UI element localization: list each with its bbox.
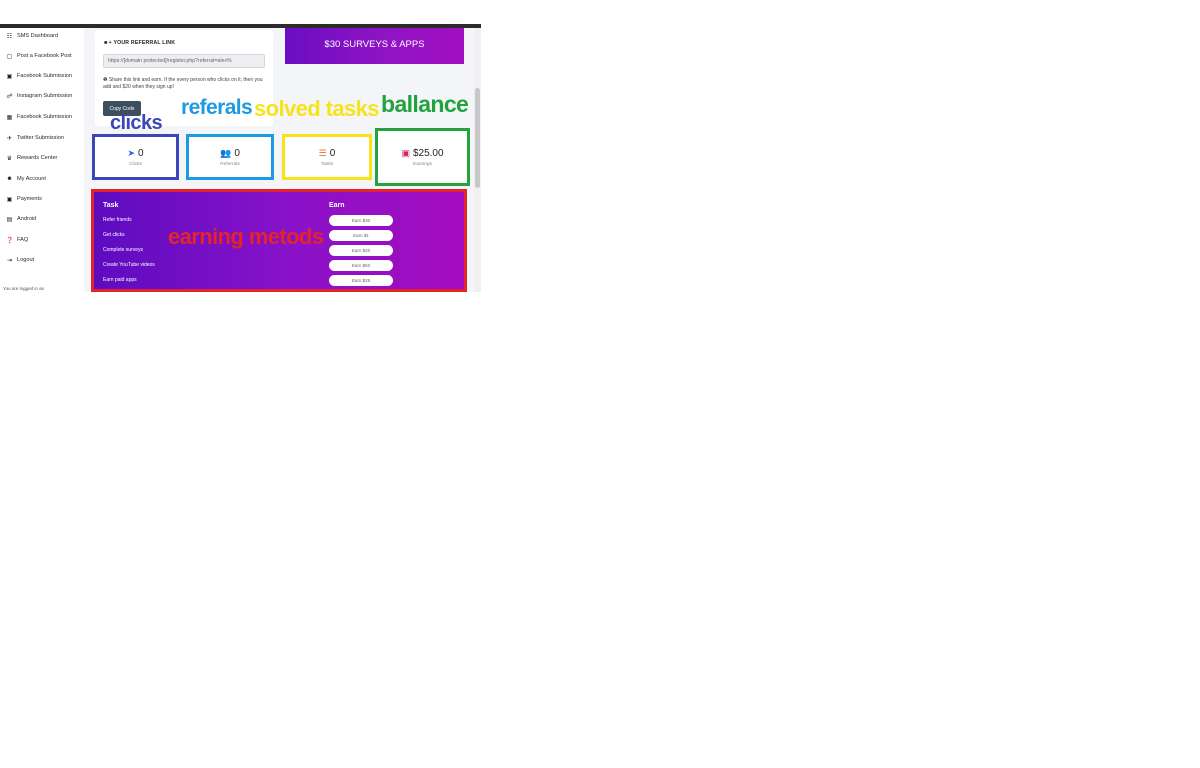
sidebar-item-label: Android [17, 216, 37, 222]
earn-button[interactable]: Earn $20 [329, 245, 393, 256]
instagram-icon: ☍ [6, 93, 13, 100]
sidebar-item-logout[interactable]: ⇥ Logout [6, 254, 34, 266]
sidebar-item-instagram[interactable]: ☍ Instagram Submission [6, 90, 72, 102]
tasks-list-icon: ☰ [318, 147, 327, 158]
task-header: Task [103, 202, 119, 209]
banner-text: $30 SURVEYS & APPS [324, 38, 425, 50]
sidebar-item-label: Twitter Submission [17, 135, 64, 141]
surveys-banner[interactable]: $30 SURVEYS & APPS [285, 24, 464, 64]
sidebar-item-faq[interactable]: ❓ FAQ [6, 234, 28, 246]
user-icon: ☻ [6, 176, 13, 182]
earn-button[interactable]: Earn $25 [329, 275, 393, 286]
sidebar-item-facebook[interactable]: ▦ Facebook Submission [6, 111, 72, 123]
sidebar-item-label: SMS Dashboard [17, 33, 59, 39]
earnings-value: $25.00 [412, 147, 444, 159]
sidebar-item-facebook-post[interactable]: ▢ Post a Facebook Post [6, 50, 72, 62]
task-row: Earn paid apps [103, 277, 137, 283]
annotation-ballance: ballance [381, 91, 469, 117]
stat-clicks: ➤ 0 Clicks [92, 134, 179, 180]
sidebar-item-dashboard[interactable]: ☷ SMS Dashboard [6, 30, 58, 42]
referrals-value: 0 [234, 147, 240, 159]
earn-button[interactable]: Earn $50 [329, 260, 393, 271]
referral-link-input[interactable] [103, 54, 265, 68]
annotation-referals: referals [181, 96, 253, 119]
task-row: Create YouTube videos [103, 262, 155, 268]
window-top-edge [0, 24, 481, 28]
earn-header: Earn [329, 202, 345, 209]
sidebar-item-label: Facebook Submission [17, 114, 73, 120]
sidebar-item-account[interactable]: ☻ My Account [6, 173, 46, 185]
payments-icon: ▣ [6, 196, 13, 203]
stat-tasks: ☰ 0 Tasks [282, 134, 372, 180]
sidebar-item-label: Payments [17, 196, 42, 202]
referral-note: ❶ Share this link and earn. If the every… [103, 77, 263, 90]
sidebar-item-label: Rewards Center [17, 155, 58, 161]
trophy-icon: ♛ [6, 155, 13, 162]
twitter-icon: ✈ [6, 135, 13, 142]
users-icon: 👥 [220, 147, 232, 158]
money-icon: ▣ [401, 147, 410, 158]
sidebar-item-label: Instagram Submission [17, 93, 73, 99]
sidebar-item-label: Facebook Submission [17, 73, 73, 79]
android-icon: ▤ [6, 216, 13, 223]
sidebar-item-label: FAQ [17, 237, 29, 243]
help-icon: ❓ [6, 237, 14, 244]
logout-icon: ⇥ [6, 257, 13, 264]
sidebar-item-label: My Account [17, 176, 46, 182]
earn-button[interactable]: Earn $1 [329, 230, 393, 241]
sidebar-item-facebook-submission[interactable]: ▣ Facebook Submission [6, 70, 72, 82]
dashboard-icon: ☷ [6, 33, 13, 40]
annotation-solved-tasks: solved tasks [254, 96, 379, 121]
main-content: ☻+ YOUR REFERRAL LINK ❶ Share this link … [84, 24, 477, 292]
sidebar-item-payments[interactable]: ▣ Payments [6, 193, 42, 205]
document-icon: ▢ [6, 53, 13, 60]
task-row: Refer friends [103, 217, 132, 223]
cursor-icon: ➤ [127, 147, 135, 158]
scroll-thumb[interactable] [475, 88, 480, 188]
clicks-value: 0 [137, 147, 144, 159]
app-screenshot: ☷ SMS Dashboard ▢ Post a Facebook Post ▣ Fa… [0, 24, 481, 292]
sidebar-footer: You are logged in as [3, 286, 44, 291]
stat-earnings: ▣ $25.00 Earnings [375, 128, 470, 186]
stat-referrals: 👥 0 Referrals [186, 134, 274, 180]
referral-title: ☻+ YOUR REFERRAL LINK [103, 40, 176, 46]
scrollbar[interactable] [474, 28, 481, 292]
sidebar-item-android[interactable]: ▤ Android [6, 213, 37, 225]
annotation-earning-metods: earning metods [168, 224, 324, 249]
sidebar: ☷ SMS Dashboard ▢ Post a Facebook Post ▣ Fa… [0, 28, 84, 292]
tasks-label: Tasks [320, 161, 334, 167]
tasks-value: 0 [329, 147, 336, 159]
task-row: Get clicks [103, 232, 125, 238]
referrals-label: Referrals [220, 161, 240, 167]
sidebar-item-twitter[interactable]: ✈ Twitter Submission [6, 132, 64, 144]
add-user-icon: ☻+ [103, 40, 114, 46]
earn-button[interactable]: Earn $30 [329, 215, 393, 226]
sidebar-item-label: Logout [17, 257, 35, 263]
sidebar-item-rewards[interactable]: ♛ Rewards Center [6, 152, 58, 164]
annotation-clicks: clicks [110, 112, 163, 134]
video-icon: ▣ [6, 73, 13, 80]
facebook-icon: ▦ [6, 114, 13, 121]
earnings-label: Earnings [413, 161, 432, 167]
sidebar-item-label: Post a Facebook Post [17, 53, 72, 59]
clicks-label: Clicks [129, 161, 142, 167]
task-row: Complete surveys [103, 247, 144, 253]
